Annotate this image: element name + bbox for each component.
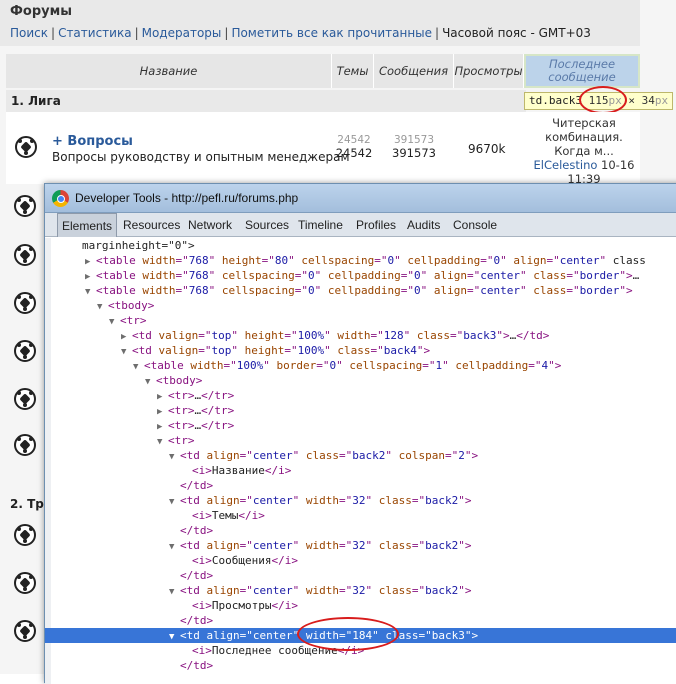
soccer-ball-icon (14, 340, 36, 362)
devtools-title: Developer Tools - http://pefl.ru/forums.… (75, 191, 299, 205)
dom-node-line[interactable]: ▼ <table width="768" cellspacing="0" cell… (45, 283, 676, 298)
dom-node-line[interactable]: ▼ <table width="100%" border="0" cellspac… (45, 358, 676, 373)
dom-node-line[interactable]: ▶ <tr>…</tr> (45, 388, 676, 403)
soccer-ball-icon (14, 195, 36, 217)
dom-node-line[interactable]: </td> (45, 523, 676, 538)
tab-sources[interactable]: Sources (241, 213, 293, 237)
annotation-ellipse (297, 617, 399, 651)
topics-count-faint: 24542 (337, 134, 371, 146)
forum-name-link[interactable]: + Вопросы (52, 134, 133, 149)
last-message-line1: Читерская (552, 116, 616, 130)
category-row: 1. Лига (6, 90, 526, 112)
soccer-ball-icon (14, 388, 36, 410)
dom-node-line[interactable]: ▶ <tr>…</tr> (45, 403, 676, 418)
header-last-message: Последнее сообщение (524, 54, 640, 88)
header-name: Название (6, 54, 332, 88)
header-topics: Темы (332, 54, 374, 88)
dom-node-line[interactable]: ▼ <tbody> (45, 298, 676, 313)
dom-node-line[interactable]: ▶ <td valign="top" height="100%" width="1… (45, 328, 676, 343)
dom-node-line[interactable]: ▼ <td align="center" width="32" class="ba… (45, 493, 676, 508)
nav-link-statistics[interactable]: Статистика (58, 26, 132, 40)
forum-nav: Поиск | Статистика | Модераторы | Пометить все… (10, 26, 591, 40)
nav-link-moderators[interactable]: Модераторы (142, 26, 222, 40)
tab-timeline[interactable]: Timeline (294, 213, 347, 237)
tab-elements[interactable]: Elements (57, 213, 118, 237)
header-last-line2: сообщение (548, 70, 616, 84)
page-title: Форумы (10, 4, 72, 19)
tab-network[interactable]: Network (184, 213, 236, 237)
timezone-label: Часовой пояс - GMT+03 (442, 26, 591, 40)
dom-node-line[interactable]: ▼ <td align="center" width="32" class="ba… (45, 583, 676, 598)
messages-count-value: 391573 (392, 146, 436, 160)
tooltip-unit: px (654, 94, 669, 107)
messages-count-faint: 391573 (393, 134, 435, 146)
soccer-ball-icon (14, 244, 36, 266)
last-message-line2: комбинация. (545, 130, 623, 144)
soccer-ball-icon (15, 136, 37, 158)
tooltip-selector: td.back3 (529, 94, 582, 107)
topics-count-value: 24542 (335, 146, 373, 160)
last-message-date: 10-16 (601, 158, 635, 172)
devtools-window[interactable]: Developer Tools - http://pefl.ru/forums.… (44, 183, 676, 684)
dom-node-line[interactable]: ▼ <tbody> (45, 373, 676, 388)
dom-node-line[interactable]: ▼ <tr> (45, 433, 676, 448)
last-message-line3[interactable]: Когда м... (528, 144, 640, 158)
dom-node-line[interactable]: <i>Просмотры</i> (45, 598, 676, 613)
dom-node-line[interactable]: ▶ <table width="768" cellspacing="0" cell… (45, 268, 676, 283)
last-message-meta: ElCelestino 10-16 (528, 158, 640, 172)
annotation-ellipse (579, 86, 627, 114)
soccer-ball-icon (14, 434, 36, 456)
tooltip-height: 34 (641, 94, 655, 107)
messages-count: 391573 391573 (392, 134, 436, 160)
dom-node-line[interactable]: ▶ <tr>…</tr> (45, 418, 676, 433)
nav-link-search[interactable]: Поиск (10, 26, 48, 40)
forum-row[interactable]: + Вопросы Вопросы руководству и опытным … (6, 112, 640, 186)
category-row: 2. Тр (10, 497, 44, 511)
dom-node-line[interactable]: ▼ <tr> (45, 313, 676, 328)
dom-node-line[interactable]: marginheight="0"> (45, 238, 676, 253)
last-message-user[interactable]: ElCelestino (534, 158, 598, 172)
dom-node-line[interactable]: </td> (45, 568, 676, 583)
nav-separator: | (435, 26, 440, 40)
nav-link-mark-all-read[interactable]: Пометить все как прочитанные (231, 26, 432, 40)
dom-node-line[interactable]: <i>Название</i> (45, 463, 676, 478)
tab-resources[interactable]: Resources (119, 213, 184, 237)
header-messages: Сообщения (374, 54, 454, 88)
nav-separator: | (51, 26, 56, 40)
nav-separator: | (224, 26, 229, 40)
dom-node-line[interactable]: ▼ <td align="center" class="back2" colspa… (45, 448, 676, 463)
forum-header: Форумы Поиск | Статистика | Модераторы | Помет… (0, 0, 640, 46)
soccer-ball-icon (14, 572, 36, 594)
topics-count: 24542 24542 (332, 134, 376, 160)
dom-node-line[interactable]: ▼ <td align="center" width="32" class="ba… (45, 538, 676, 553)
nav-separator: | (134, 26, 139, 40)
devtools-titlebar[interactable]: Developer Tools - http://pefl.ru/forums.… (45, 184, 676, 213)
views-count: 9670k (468, 142, 506, 156)
dom-node-line[interactable]: </td> (45, 478, 676, 493)
soccer-ball-icon (14, 620, 36, 642)
chrome-icon (52, 190, 69, 207)
devtools-tabbar: Elements Resources Network Sources Timel… (45, 213, 676, 237)
soccer-ball-icon (14, 292, 36, 314)
header-views: Просмотры (454, 54, 524, 88)
forum-description: Вопросы руководству и опытным менеджерам (52, 150, 350, 164)
dom-node-line[interactable]: </td> (45, 658, 676, 673)
tab-console[interactable]: Console (449, 213, 501, 237)
dom-node-line[interactable]: ▼ <td valign="top" height="100%" class="b… (45, 343, 676, 358)
tab-audits[interactable]: Audits (403, 213, 444, 237)
tab-profiles[interactable]: Profiles (352, 213, 400, 237)
dom-node-line[interactable]: <i>Сообщения</i> (45, 553, 676, 568)
dom-node-line[interactable]: ▶ <table width="768" height="80" cellspac… (45, 253, 676, 268)
soccer-ball-icon (14, 524, 36, 546)
last-message-cell: Читерская комбинация. Когда м... ElCeles… (528, 116, 640, 186)
dom-node-line[interactable]: <i>Темы</i> (45, 508, 676, 523)
